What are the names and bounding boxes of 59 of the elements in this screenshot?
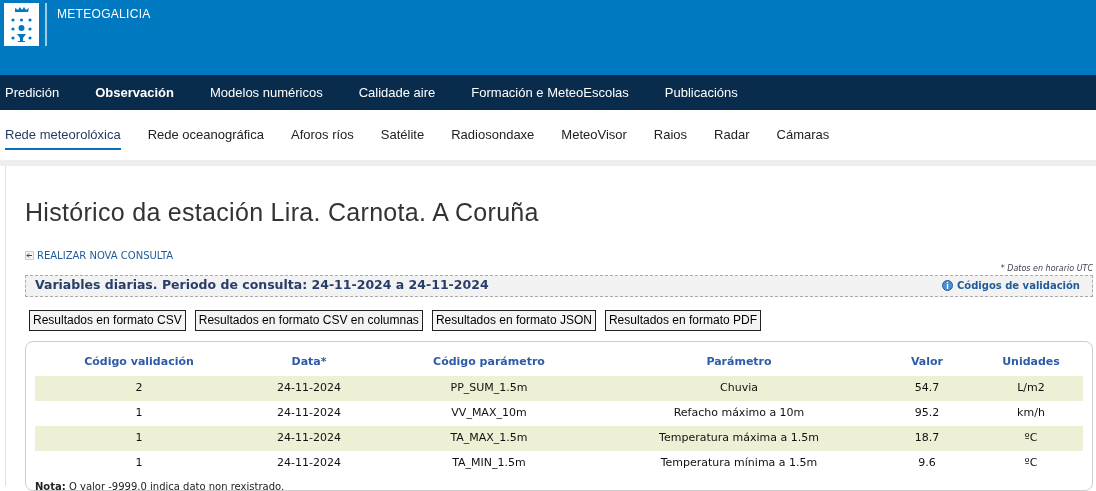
table-cell: 2 bbox=[35, 375, 243, 401]
table-cell: 54.7 bbox=[875, 375, 979, 401]
table-cell: 95.2 bbox=[875, 400, 979, 426]
sub-nav-tab[interactable]: Satélite bbox=[380, 125, 425, 150]
table-cell: 24-11-2024 bbox=[243, 450, 375, 476]
sub-nav-tab[interactable]: Cámaras bbox=[776, 125, 830, 150]
table-cell: PP_SUM_1.5m bbox=[375, 375, 603, 401]
table-cell: 24-11-2024 bbox=[243, 425, 375, 451]
sub-nav-tab[interactable]: Rede meteorolóxica bbox=[5, 125, 121, 150]
back-arrow-icon bbox=[25, 250, 34, 260]
export-button[interactable]: Resultados en formato JSON bbox=[431, 309, 596, 331]
new-query-link[interactable]: REALIZAR NOVA CONSULTA bbox=[37, 247, 174, 263]
sub-nav-tab[interactable]: MeteoVisor bbox=[561, 125, 627, 150]
coat-of-arms-logo[interactable] bbox=[4, 3, 39, 46]
main-nav-tab[interactable]: Calidade aire bbox=[340, 75, 454, 110]
main-nav-tab[interactable]: Observación bbox=[77, 75, 192, 110]
sub-nav-tab[interactable]: Rede oceanográfica bbox=[147, 125, 264, 150]
table-cell: 18.7 bbox=[875, 425, 979, 451]
table-cell: 1 bbox=[35, 400, 243, 426]
table-cell: 24-11-2024 bbox=[243, 375, 375, 401]
table-cell: km/h bbox=[979, 400, 1083, 426]
table-cell: L/m2 bbox=[979, 375, 1083, 401]
table-cell: 1 bbox=[35, 450, 243, 476]
table-cell: 24-11-2024 bbox=[243, 400, 375, 426]
table-cell: 9.6 bbox=[875, 450, 979, 476]
column-header: Código validación bbox=[35, 349, 243, 376]
column-header: Parámetro bbox=[603, 349, 875, 376]
sub-nav-tab[interactable]: Radiosondaxe bbox=[451, 125, 535, 150]
table-cell: TA_MAX_1.5m bbox=[375, 425, 603, 451]
period-heading: Variables diarias. Periodo de consulta: 24-11-2024 a 24-11-2024 bbox=[35, 276, 489, 295]
page-title: Histórico da estación Lira. Carnota. A Coruña bbox=[25, 197, 540, 228]
main-nav-tab[interactable]: Modelos numéricos bbox=[191, 75, 341, 110]
note-text: Nota: O valor -9999.0 indica dato non rexistrado. bbox=[35, 479, 286, 491]
sub-nav-tab[interactable]: Raios bbox=[653, 125, 688, 150]
table-cell: Refacho máximo a 10m bbox=[603, 400, 875, 426]
sub-nav-tab[interactable]: Radar bbox=[714, 125, 750, 150]
info-icon bbox=[941, 280, 953, 291]
column-header: Unidades bbox=[979, 349, 1083, 376]
brand-name: METEOGALICIA bbox=[57, 6, 151, 23]
utc-note: * Datos en horario UTC bbox=[1000, 262, 1093, 275]
export-button[interactable]: Resultados en formato CSV bbox=[29, 309, 186, 331]
table-cell: 1 bbox=[35, 425, 243, 451]
table-cell: Temperatura máxima a 1.5m bbox=[603, 425, 875, 451]
validation-codes-link[interactable]: Códigos de validación bbox=[956, 278, 1080, 293]
table-cell: ºC bbox=[979, 450, 1083, 476]
main-nav-tab[interactable]: Predición bbox=[0, 75, 78, 110]
column-header: Código parámetro bbox=[375, 349, 603, 376]
table-cell: Chuvia bbox=[603, 375, 875, 401]
sub-nav-tab[interactable]: Aforos ríos bbox=[291, 125, 354, 150]
table-cell: TA_MIN_1.5m bbox=[375, 450, 603, 476]
export-button[interactable]: Resultados en formato CSV en columnas bbox=[194, 309, 423, 331]
table-cell: Temperatura mínima a 1.5m bbox=[603, 450, 875, 476]
export-button[interactable]: Resultados en formato PDF bbox=[604, 309, 762, 331]
table-cell: ºC bbox=[979, 425, 1083, 451]
main-nav-tab[interactable]: Publicacións bbox=[646, 75, 756, 110]
table-cell: VV_MAX_10m bbox=[375, 400, 603, 426]
main-nav-tab[interactable]: Formación e MeteoEscolas bbox=[453, 75, 647, 110]
column-header: Data* bbox=[243, 349, 375, 376]
column-header: Valor bbox=[875, 349, 979, 376]
